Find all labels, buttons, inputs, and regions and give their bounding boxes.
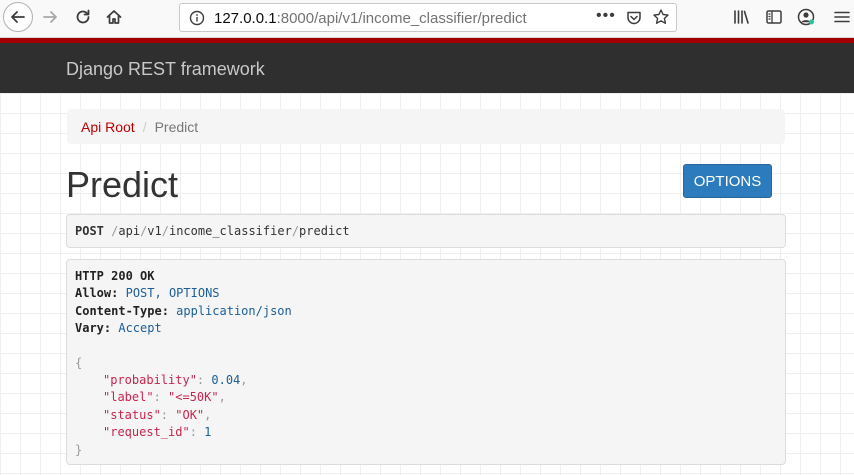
request-path-link-income-classifier[interactable]: income_classifier	[169, 224, 292, 238]
request-path-link-predict[interactable]: predict	[299, 224, 350, 238]
request-path: /api/v1/income_classifier/predict	[111, 224, 350, 238]
browser-toolbar: 127.0.0.1:8000/api/v1/income_classifier/…	[0, 0, 854, 38]
url-text[interactable]: 127.0.0.1:8000/api/v1/income_classifier/…	[214, 10, 527, 27]
page-title: Predict	[66, 164, 179, 205]
response-header-content-type: Content-Type: application/json	[75, 303, 292, 318]
url-path: :8000/api/v1/income_classifier/predict	[276, 10, 527, 27]
response-header-vary: Vary: Accept	[75, 321, 162, 336]
breadcrumb-api-root[interactable]: Api Root	[81, 119, 135, 135]
options-button[interactable]: OPTIONS	[683, 164, 772, 198]
response-status-line: HTTP 200 OK	[75, 269, 155, 283]
page-actions-button[interactable]: •••	[596, 7, 616, 25]
response-json: { "probability": 0.04, "label": "<=50K",…	[75, 355, 777, 459]
url-bar[interactable]: 127.0.0.1:8000/api/v1/income_classifier/…	[179, 3, 677, 32]
response-info: HTTP 200 OK Allow: POST, OPTIONS Content…	[66, 259, 786, 465]
navbar-brand[interactable]: Django REST framework	[66, 59, 265, 80]
url-host: 127.0.0.1	[214, 10, 277, 27]
back-button[interactable]	[3, 2, 33, 32]
json-field-request-id: "request_id": 1	[103, 425, 212, 440]
arrow-left-icon	[11, 11, 25, 23]
json-close-brace: }	[75, 442, 83, 457]
reload-icon	[76, 9, 90, 24]
home-button[interactable]	[102, 5, 126, 29]
reload-button[interactable]	[71, 5, 95, 29]
library-icon[interactable]	[731, 7, 751, 27]
response-header-allow: Allow: POST, OPTIONS	[75, 286, 220, 301]
account-icon[interactable]	[796, 7, 816, 27]
request-path-link-v1[interactable]: v1	[147, 224, 161, 238]
request-path-link-api[interactable]: api	[118, 224, 140, 238]
breadcrumb-current: Predict	[154, 119, 199, 135]
menu-icon[interactable]	[832, 7, 852, 27]
navbar: Django REST framework	[0, 43, 854, 93]
sidebar-icon[interactable]	[764, 7, 784, 27]
json-open-brace: {	[75, 355, 83, 370]
pocket-icon[interactable]	[625, 9, 643, 27]
request-method: POST	[75, 224, 104, 238]
json-field-probability: "probability": 0.04,	[103, 373, 248, 388]
info-icon[interactable]	[189, 10, 205, 26]
request-info: POST /api/v1/income_classifier/predict	[66, 214, 786, 248]
bookmark-star-icon[interactable]	[652, 8, 670, 26]
arrow-right-icon	[43, 11, 57, 23]
breadcrumb: Api Root / Predict	[67, 109, 785, 144]
json-field-status: "status": "OK",	[103, 407, 212, 422]
forward-button[interactable]	[38, 5, 62, 29]
home-icon	[106, 10, 122, 24]
json-field-label: "label": "<=50K",	[103, 390, 226, 405]
breadcrumb-separator: /	[142, 119, 147, 135]
